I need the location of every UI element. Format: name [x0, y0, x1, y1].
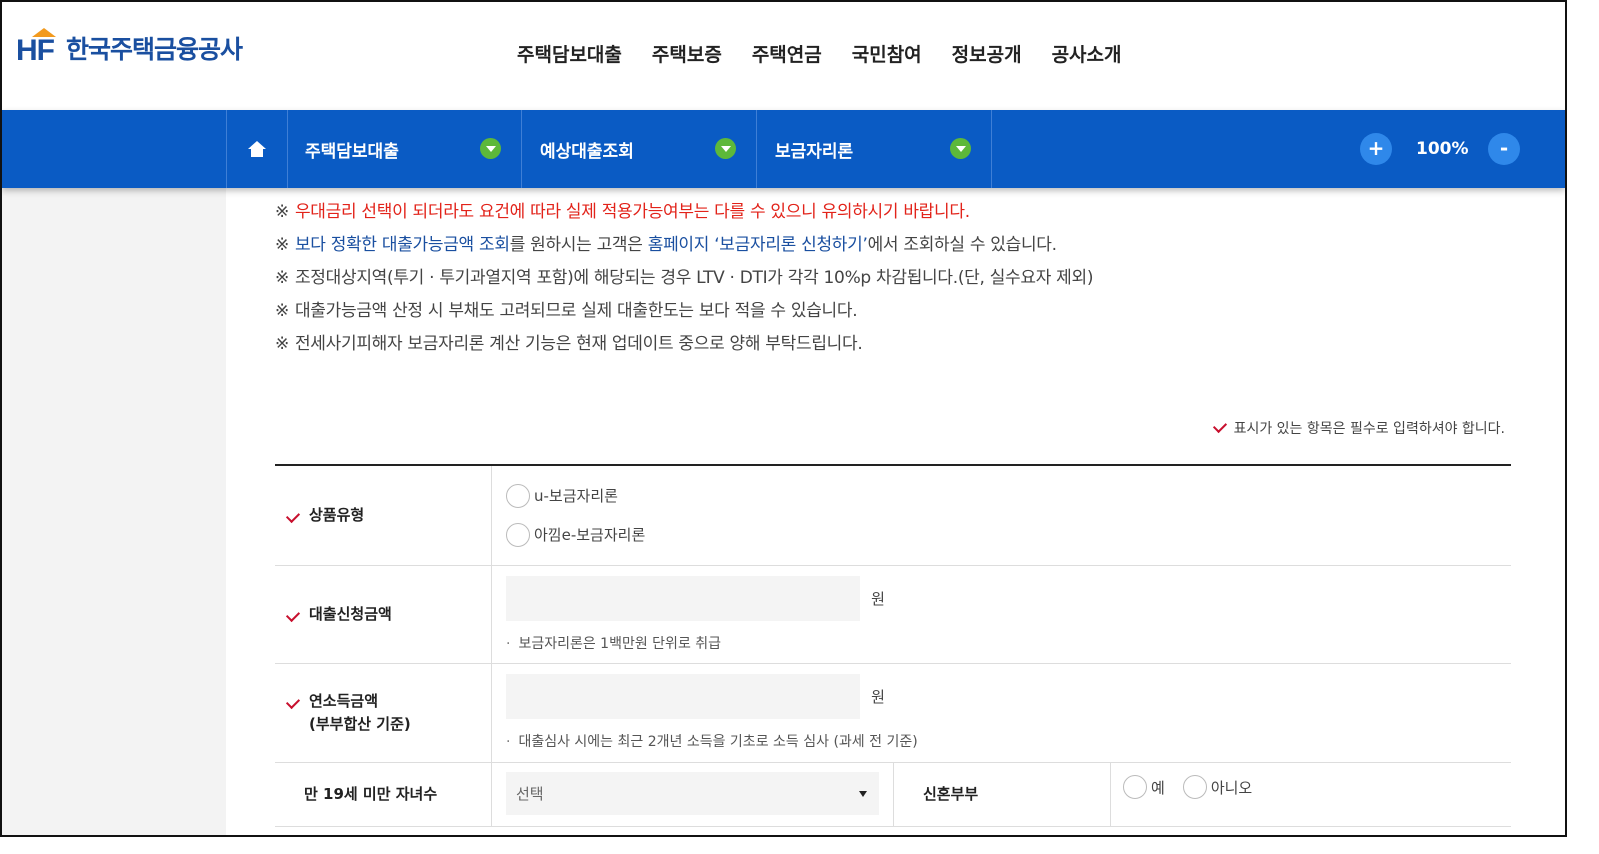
children-count-select[interactable]: 선택: [506, 772, 879, 815]
row-annual-income: 연소득금액 (부부합산 기준) 원 대출심사 시에는 최근 2개년 소득을 기초…: [275, 664, 1511, 763]
gnb-public-participation[interactable]: 국민참여: [852, 40, 922, 67]
children-count-label: 만 19세 미만 자녀수: [304, 785, 438, 803]
chevron-down-icon[interactable]: [480, 138, 501, 159]
radio-newlywed-yes[interactable]: [1123, 775, 1147, 799]
chevron-down-icon[interactable]: [715, 138, 736, 159]
row-product-type: 상품유형 u-보금자리론 아낌e-보금자리론: [275, 466, 1511, 566]
loan-calculator-form: 상품유형 u-보금자리론 아낌e-보금자리론 대출신청금액 원 · 보금자리론은…: [275, 464, 1511, 827]
required-check-icon: [285, 694, 301, 710]
notice-item: ※ 조정대상지역(투기 · 투기과열지역 포함)에 해당되는 경우 LTV · D…: [275, 268, 1094, 288]
gnb-about[interactable]: 공사소개: [1052, 40, 1122, 67]
annual-income-input[interactable]: [506, 674, 860, 719]
logo-text: 한국주택금융공사: [66, 35, 243, 64]
zoom-in-button[interactable]: +: [1360, 133, 1392, 165]
breadcrumb-bogeumjari-loan[interactable]: 보금자리론: [757, 110, 992, 188]
radio-akkim-e-bogeumjari[interactable]: [506, 522, 530, 547]
row-loan-amount: 대출신청금액 원 보금자리론은 1백만원 단위로 취급: [275, 566, 1511, 664]
home-icon: [248, 141, 266, 157]
homepage-apply-link[interactable]: 홈페이지 ‘보금자리론 신청하기’: [648, 235, 868, 255]
gnb-housing-pension[interactable]: 주택연금: [752, 40, 822, 67]
unit-won: 원: [871, 590, 885, 608]
income-hint: 대출심사 시에는 최근 2개년 소득을 기초로 소득 심사 (과세 전 기준): [506, 731, 1497, 751]
required-check-icon: [285, 508, 301, 523]
hf-logo-mark: HF: [16, 28, 60, 68]
row-header: 상품유형: [275, 466, 492, 565]
radio-option[interactable]: 아낌e-보금자리론: [506, 515, 1497, 554]
browser-frame: HF 한국주택금융공사 주택담보대출 주택보증 주택연금 국민참여 정보공개 공…: [0, 0, 1567, 837]
gnb-housing-loan[interactable]: 주택담보대출: [517, 40, 622, 67]
breadcrumb-expected-loan-inquiry[interactable]: 예상대출조회: [522, 110, 757, 188]
left-side-band: [2, 188, 226, 835]
zoom-out-button[interactable]: -: [1488, 133, 1520, 165]
sub-navigation-bar: 주택담보대출 예상대출조회 보금자리론: [2, 110, 1565, 188]
loan-amount-label: 대출신청금액: [309, 605, 392, 623]
site-header: HF 한국주택금융공사 주택담보대출 주택보증 주택연금 국민참여 정보공개 공…: [2, 2, 1565, 110]
newlywed-header: 신혼부부: [893, 763, 1111, 826]
radio-newlywed-no[interactable]: [1182, 775, 1207, 799]
newlywed-options: 예 아니오: [1123, 775, 1252, 799]
product-type-options: u-보금자리론 아낌e-보금자리론: [492, 466, 1511, 554]
required-check-icon: [285, 607, 301, 622]
children-count-cell: 선택: [506, 772, 879, 815]
unit-won: 원: [871, 688, 885, 706]
chevron-down-icon[interactable]: [950, 138, 971, 159]
row-header: 대출신청금액: [275, 566, 492, 663]
notice-item: ※ 보다 정확한 대출가능금액 조회를 원하시는 고객은 홈페이지 ‘보금자리론 …: [275, 235, 1057, 255]
loan-amount-cell: 원 보금자리론은 1백만원 단위로 취급: [492, 566, 1511, 653]
gnb-information-disclosure[interactable]: 정보공개: [952, 40, 1022, 67]
notice-item: ※ 대출가능금액 산정 시 부채도 고려되므로 실제 대출한도는 보다 적을 수 …: [275, 301, 858, 321]
dropdown-arrow-icon: [859, 790, 867, 797]
income-cell: 원 대출심사 시에는 최근 2개년 소득을 기초로 소득 심사 (과세 전 기준…: [492, 664, 1511, 751]
home-button[interactable]: [226, 110, 288, 188]
hf-logo[interactable]: HF 한국주택금융공사: [16, 28, 243, 68]
radio-u-bogeumjari[interactable]: [506, 483, 530, 508]
breadcrumb-label: 보금자리론: [775, 141, 854, 162]
gnb-housing-guarantee[interactable]: 주택보증: [652, 40, 722, 67]
row-header: 만 19세 미만 자녀수: [275, 763, 492, 826]
required-fields-note: 표시가 있는 항목은 필수로 입력하셔야 합니다.: [1212, 418, 1505, 438]
row-children-newlywed: 만 19세 미만 자녀수 선택 신혼부부 예 아니오: [275, 763, 1511, 827]
income-label: 연소득금액 (부부합산 기준): [309, 692, 411, 733]
radio-option[interactable]: u-보금자리론: [506, 476, 1497, 515]
breadcrumb-housing-loan[interactable]: 주택담보대출: [287, 110, 522, 188]
notice-item: ※ 우대금리 선택이 되더라도 요건에 따라 실제 적용가능여부는 다를 수 있으…: [275, 202, 970, 222]
required-check-icon: [1212, 418, 1227, 434]
row-header: 연소득금액 (부부합산 기준): [275, 664, 492, 762]
loan-amount-hint: 보금자리론은 1백만원 단위로 취급: [506, 633, 1497, 653]
notice-item: ※ 전세사기피해자 보금자리론 계산 기능은 현재 업데이트 중으로 양해 부탁드…: [275, 334, 863, 354]
zoom-level: 100%: [1416, 139, 1469, 159]
notice-list: ※ 우대금리 선택이 되더라도 요건에 따라 실제 적용가능여부는 다를 수 있으…: [275, 196, 1093, 361]
logo-mark-text: HF: [16, 34, 55, 67]
newlywed-label: 신혼부부: [923, 785, 979, 803]
product-type-label: 상품유형: [309, 506, 365, 524]
loan-amount-input[interactable]: [506, 576, 860, 621]
global-nav: 주택담보대출 주택보증 주택연금 국민참여 정보공개 공사소개: [502, 40, 1137, 67]
breadcrumb-label: 주택담보대출: [305, 141, 399, 162]
breadcrumb-label: 예상대출조회: [540, 141, 634, 162]
